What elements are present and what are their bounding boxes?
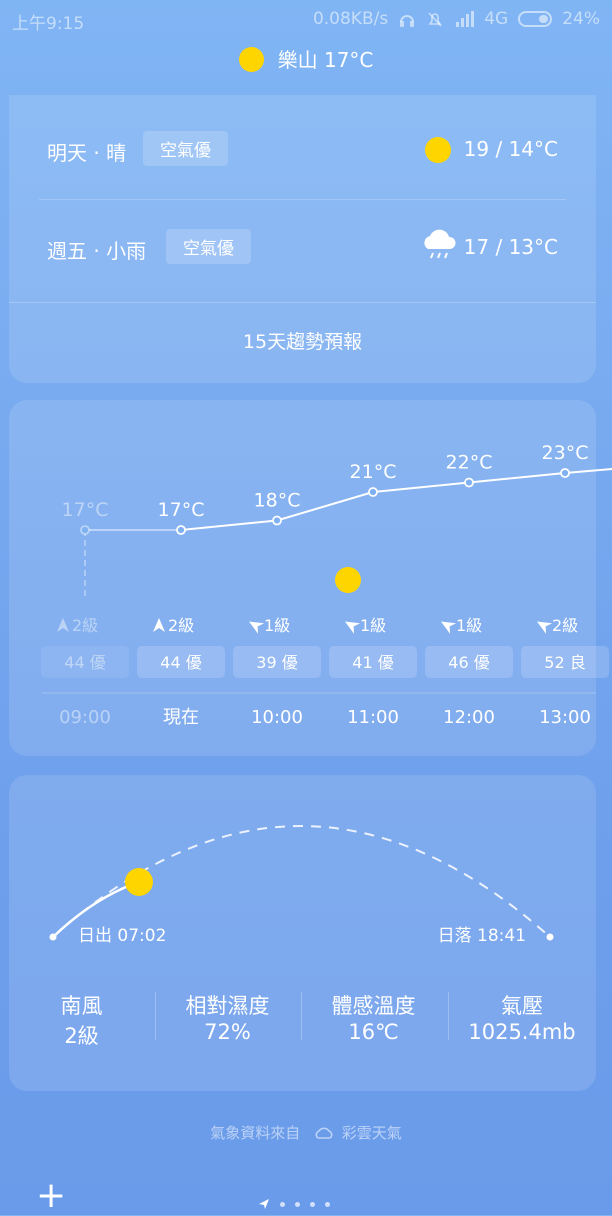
aqi-label: 52 良 (544, 653, 585, 672)
metric-wind: 南風 2級 (9, 990, 154, 1050)
wind-level: 2級 (72, 616, 98, 635)
status-bar: 上午9:15 0.08KB/s 4G 24% (0, 0, 612, 38)
hour-label: 13:00 (539, 707, 591, 728)
metric-value: 72% (204, 1020, 251, 1044)
sunset-label: 日落 18:41 (438, 926, 526, 946)
trend-15-day-button[interactable]: 15天趨勢預報 (9, 327, 596, 354)
temp-label: 21°C (350, 461, 397, 483)
temp-point (464, 477, 474, 488)
metric-value: 16℃ (348, 1020, 399, 1044)
sunrise-label: 日出 07:02 (78, 926, 166, 946)
sun-icon (238, 47, 264, 72)
sunset-dot (546, 933, 554, 941)
wind-direction-icon (344, 621, 361, 634)
temp-point (272, 515, 282, 526)
temp-point (560, 468, 570, 478)
wind-direction-icon (536, 621, 553, 634)
metric-label: 氣壓 (501, 994, 543, 1018)
sunrise-dot (49, 933, 57, 941)
page-dot (280, 1201, 285, 1207)
aqi-label: 44 優 (64, 653, 105, 672)
wind-direction-icon (248, 621, 265, 634)
location-arrow-icon (259, 1199, 269, 1209)
wind-level: 2級 (552, 616, 578, 635)
page-dot (310, 1201, 315, 1207)
data-source[interactable]: 氣象資料來自 彩雲天氣 (0, 1122, 612, 1143)
data-source-prefix: 氣象資料來自 (210, 1124, 301, 1142)
battery-icon (518, 11, 553, 27)
data-source-provider: 彩雲天氣 (341, 1124, 402, 1142)
air-quality-badge: 空氣優 (166, 229, 251, 264)
temp-point (176, 525, 186, 535)
net-speed: 0.08KB/s (312, 9, 389, 29)
wind-direction-icon (440, 621, 457, 634)
location-header[interactable]: 樂山 17°C (0, 44, 612, 73)
aqi-label: 44 優 (160, 653, 201, 672)
metric-humidity: 相對濕度 72% (155, 990, 300, 1044)
temp-point (368, 487, 378, 497)
metric-value: 2級 (64, 1024, 99, 1048)
hourly-chart: 17°C 2級 44 優 09:00 17°C 2級 44 優現在 18°C 1級 39 優 10:… (41, 442, 612, 728)
city-name: 樂山 (277, 48, 318, 72)
air-quality-badge: 空氣優 (143, 131, 228, 166)
metric-value: 1025.4mb (468, 1020, 576, 1044)
hour-label: 12:00 (443, 707, 495, 728)
wind-direction-icon (153, 618, 165, 632)
aqi-label: 46 優 (448, 653, 489, 672)
hour-label: 11:00 (347, 707, 399, 728)
metric-label: 體感溫度 (331, 994, 416, 1018)
wind-level: 1級 (456, 616, 482, 635)
network-type: 4G (484, 9, 509, 29)
page-indicator[interactable] (258, 1198, 330, 1210)
divider (9, 302, 596, 303)
temp-label: 17°C (158, 499, 205, 521)
forecast-day-label: 週五 · 小雨 (47, 239, 147, 263)
rain-cloud-icon (424, 229, 456, 259)
temp-line (180, 468, 612, 531)
temp-label: 22°C (446, 452, 493, 474)
aqi-label: 41 優 (352, 653, 393, 672)
forecast-temp: 17 / 13°C (463, 235, 558, 259)
add-city-button[interactable]: + (36, 1178, 66, 1214)
forecast-day-label: 明天 · 晴 (47, 141, 127, 165)
cloud-logo-icon (315, 1127, 333, 1139)
wind-level: 1級 (360, 616, 386, 635)
metric-pressure: 氣壓 1025.4mb (448, 990, 596, 1044)
hour-label: 10:00 (251, 707, 303, 728)
signal-icon (456, 11, 475, 27)
metric-label: 相對濕度 (185, 994, 270, 1018)
hour-label: 現在 (163, 707, 199, 728)
hour-label: 09:00 (59, 707, 111, 728)
aqi-label: 39 優 (256, 653, 297, 672)
sun-icon (335, 567, 361, 593)
wind-level: 1級 (264, 616, 290, 635)
status-time: 上午9:15 (12, 14, 85, 34)
forecast-row-tomorrow[interactable]: 明天 · 晴 空氣優 19 / 14°C (9, 95, 596, 195)
sun-arc-chart: 日出 07:02 日落 18:41 (49, 825, 554, 946)
status-icons: 0.08KB/s 4G 24% (313, 9, 600, 29)
metric-feels-like: 體感溫度 16℃ (301, 990, 446, 1044)
forecast-temp: 19 / 14°C (463, 137, 558, 161)
page-dot (325, 1201, 330, 1207)
forecast-row-friday[interactable]: 週五 · 小雨 空氣優 17 / 13°C (9, 199, 596, 299)
temp-label: 18°C (254, 490, 301, 512)
current-temp: 17°C (323, 48, 374, 72)
page-dot (295, 1201, 300, 1207)
temp-label: 23°C (542, 442, 589, 464)
mute-bell-icon (428, 12, 442, 27)
sun-icon (425, 137, 451, 163)
headphone-icon (400, 15, 415, 27)
battery-percent: 24% (562, 9, 600, 29)
sun-position-icon (125, 868, 153, 896)
wind-level: 2級 (168, 616, 194, 635)
temp-label: 17°C (62, 499, 109, 521)
wind-direction-icon (57, 618, 69, 632)
temp-point (80, 525, 90, 535)
metric-label: 南風 (60, 994, 103, 1018)
